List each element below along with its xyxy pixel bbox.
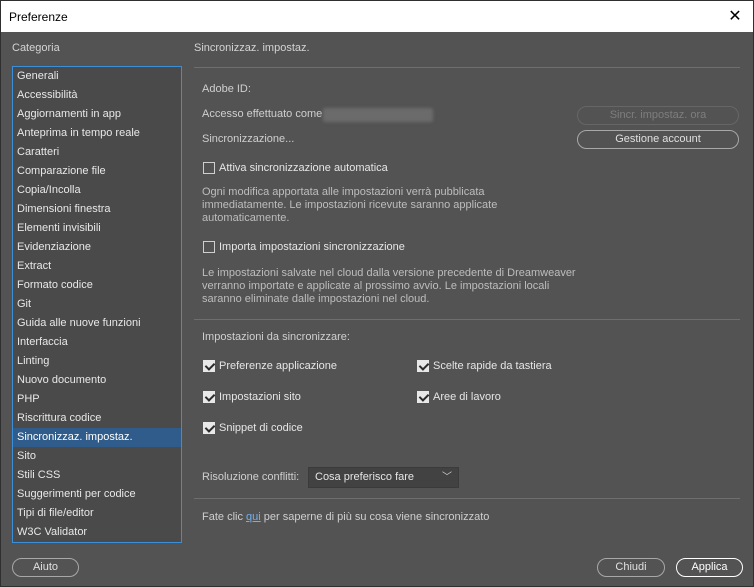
sidebar-item[interactable]: Caratteri: [13, 143, 181, 162]
workspaces-checkbox[interactable]: Aree di lavoro: [417, 391, 501, 403]
sidebar-item[interactable]: Formato codice: [13, 276, 181, 295]
sidebar-item[interactable]: Sincronizzaz. impostaz.: [13, 428, 181, 447]
site-settings-label: Impostazioni sito: [219, 391, 301, 403]
section-title: Sincronizzaz. impostaz.: [194, 42, 310, 54]
sidebar-item[interactable]: Dimensioni finestra: [13, 200, 181, 219]
category-list[interactable]: Generali Accessibilità Aggiornamenti in ap…: [12, 66, 182, 543]
sidebar-item[interactable]: Accessibilità: [13, 86, 181, 105]
sidebar-item[interactable]: PHP: [13, 390, 181, 409]
site-settings-box[interactable]: [203, 391, 215, 403]
sidebar-item[interactable]: Interfaccia: [13, 333, 181, 352]
auto-sync-description-line: automaticamente.: [202, 212, 290, 224]
chevron-down-icon: ﹀: [442, 472, 452, 483]
auto-sync-description-line: immediatamente. Le impostazioni ricevute…: [202, 199, 498, 211]
app-prefs-label: Preferenze applicazione: [219, 360, 338, 372]
import-sync-description-line: Le impostazioni salvate nel cloud dalla …: [202, 267, 576, 279]
sidebar-item[interactable]: W3C Validator: [13, 523, 181, 542]
title-bar: Preferenze ✕: [1, 1, 753, 32]
sync-status: Sincronizzazione...: [202, 133, 295, 145]
conflict-resolution-value: Cosa preferisco fare: [315, 471, 415, 483]
footer-suffix: per saperne di più su cosa viene sincron…: [260, 511, 490, 523]
sidebar-item[interactable]: Linting: [13, 352, 181, 371]
redacted-account-name: [323, 108, 433, 122]
manage-account-button[interactable]: Gestione account: [577, 130, 739, 149]
shortcuts-checkbox[interactable]: Scelte rapide da tastiera: [417, 360, 552, 372]
sidebar-item[interactable]: Generali: [13, 67, 181, 86]
sidebar-item[interactable]: Extract: [13, 257, 181, 276]
import-sync-box[interactable]: [203, 241, 215, 253]
shortcuts-label: Scelte rapide da tastiera: [433, 360, 552, 372]
auto-sync-description: Ogni modifica apportata alle impostazion…: [202, 186, 497, 225]
auto-sync-description-line: Ogni modifica apportata alle impostazion…: [202, 186, 485, 198]
import-sync-description-line: verranno importate e applicate al prossi…: [202, 280, 550, 292]
footer-prefix: Fate clic: [202, 511, 247, 523]
site-settings-checkbox[interactable]: Impostazioni sito: [203, 391, 301, 403]
sidebar-item[interactable]: Tipi di file/editor: [13, 504, 181, 523]
snippets-checkbox[interactable]: Snippet di codice: [203, 422, 303, 434]
footer-info: Fate clic qui per saperne di più su cosa…: [202, 511, 489, 523]
sidebar-item[interactable]: Evidenziazione: [13, 238, 181, 257]
import-sync-description-line: saranno eliminate dalle impostazioni nel…: [202, 293, 430, 305]
sidebar-item[interactable]: Nuovo documento: [13, 371, 181, 390]
sidebar-item[interactable]: Anteprima in tempo reale: [13, 124, 181, 143]
sidebar-item[interactable]: Sito: [13, 447, 181, 466]
sidebar-item[interactable]: Git: [13, 295, 181, 314]
snippets-box[interactable]: [203, 422, 215, 434]
apply-button[interactable]: Applica: [676, 558, 743, 577]
snippets-label: Snippet di codice: [219, 422, 303, 434]
preferences-dialog: Preferenze ✕ Categoria Generali Accessibi…: [0, 0, 754, 587]
close-button[interactable]: Chiudi: [597, 558, 665, 577]
conflict-label: Risoluzione conflitti:: [202, 471, 300, 483]
adobe-id-label: Adobe ID:: [202, 83, 251, 95]
app-prefs-box[interactable]: [203, 360, 215, 372]
sync-now-button[interactable]: Sincr. impostaz. ora: [577, 106, 739, 125]
help-button[interactable]: Aiuto: [12, 558, 79, 577]
window-title: Preferenze: [9, 10, 68, 24]
import-sync-label: Importa impostazioni sincronizzazione: [219, 241, 405, 253]
sidebar-item[interactable]: Suggerimenti per codice: [13, 485, 181, 504]
workspaces-box[interactable]: [417, 391, 429, 403]
more-info-link[interactable]: qui: [246, 511, 261, 523]
sidebar-item[interactable]: Aggiornamenti in app: [13, 105, 181, 124]
sidebar-item[interactable]: Copia/Incolla: [13, 181, 181, 200]
category-label: Categoria: [12, 42, 60, 54]
section-divider: [194, 319, 740, 320]
section-divider: [194, 67, 740, 68]
app-prefs-checkbox[interactable]: Preferenze applicazione: [203, 360, 337, 372]
access-label: Accesso effettuato come: [202, 108, 323, 120]
import-sync-checkbox[interactable]: Importa impostazioni sincronizzazione: [203, 241, 405, 253]
auto-sync-label: Attiva sincronizzazione automatica: [219, 162, 388, 174]
sidebar-item[interactable]: Stili CSS: [13, 466, 181, 485]
workspaces-label: Aree di lavoro: [433, 391, 501, 403]
conflict-resolution-select[interactable]: Cosa preferisco fare ﹀: [308, 467, 459, 488]
section-divider: [194, 498, 740, 499]
import-sync-description: Le impostazioni salvate nel cloud dalla …: [202, 267, 576, 306]
sidebar-item[interactable]: Comparazione file: [13, 162, 181, 181]
sidebar-item[interactable]: Riscrittura codice: [13, 409, 181, 428]
auto-sync-checkbox[interactable]: Attiva sincronizzazione automatica: [203, 162, 388, 174]
auto-sync-box[interactable]: [203, 162, 215, 174]
shortcuts-box[interactable]: [417, 360, 429, 372]
sidebar-item[interactable]: Elementi invisibili: [13, 219, 181, 238]
settings-to-sync-label: Impostazioni da sincronizzare:: [202, 331, 350, 343]
close-icon[interactable]: ✕: [723, 5, 747, 27]
sidebar-item[interactable]: Guida alle nuove funzioni: [13, 314, 181, 333]
